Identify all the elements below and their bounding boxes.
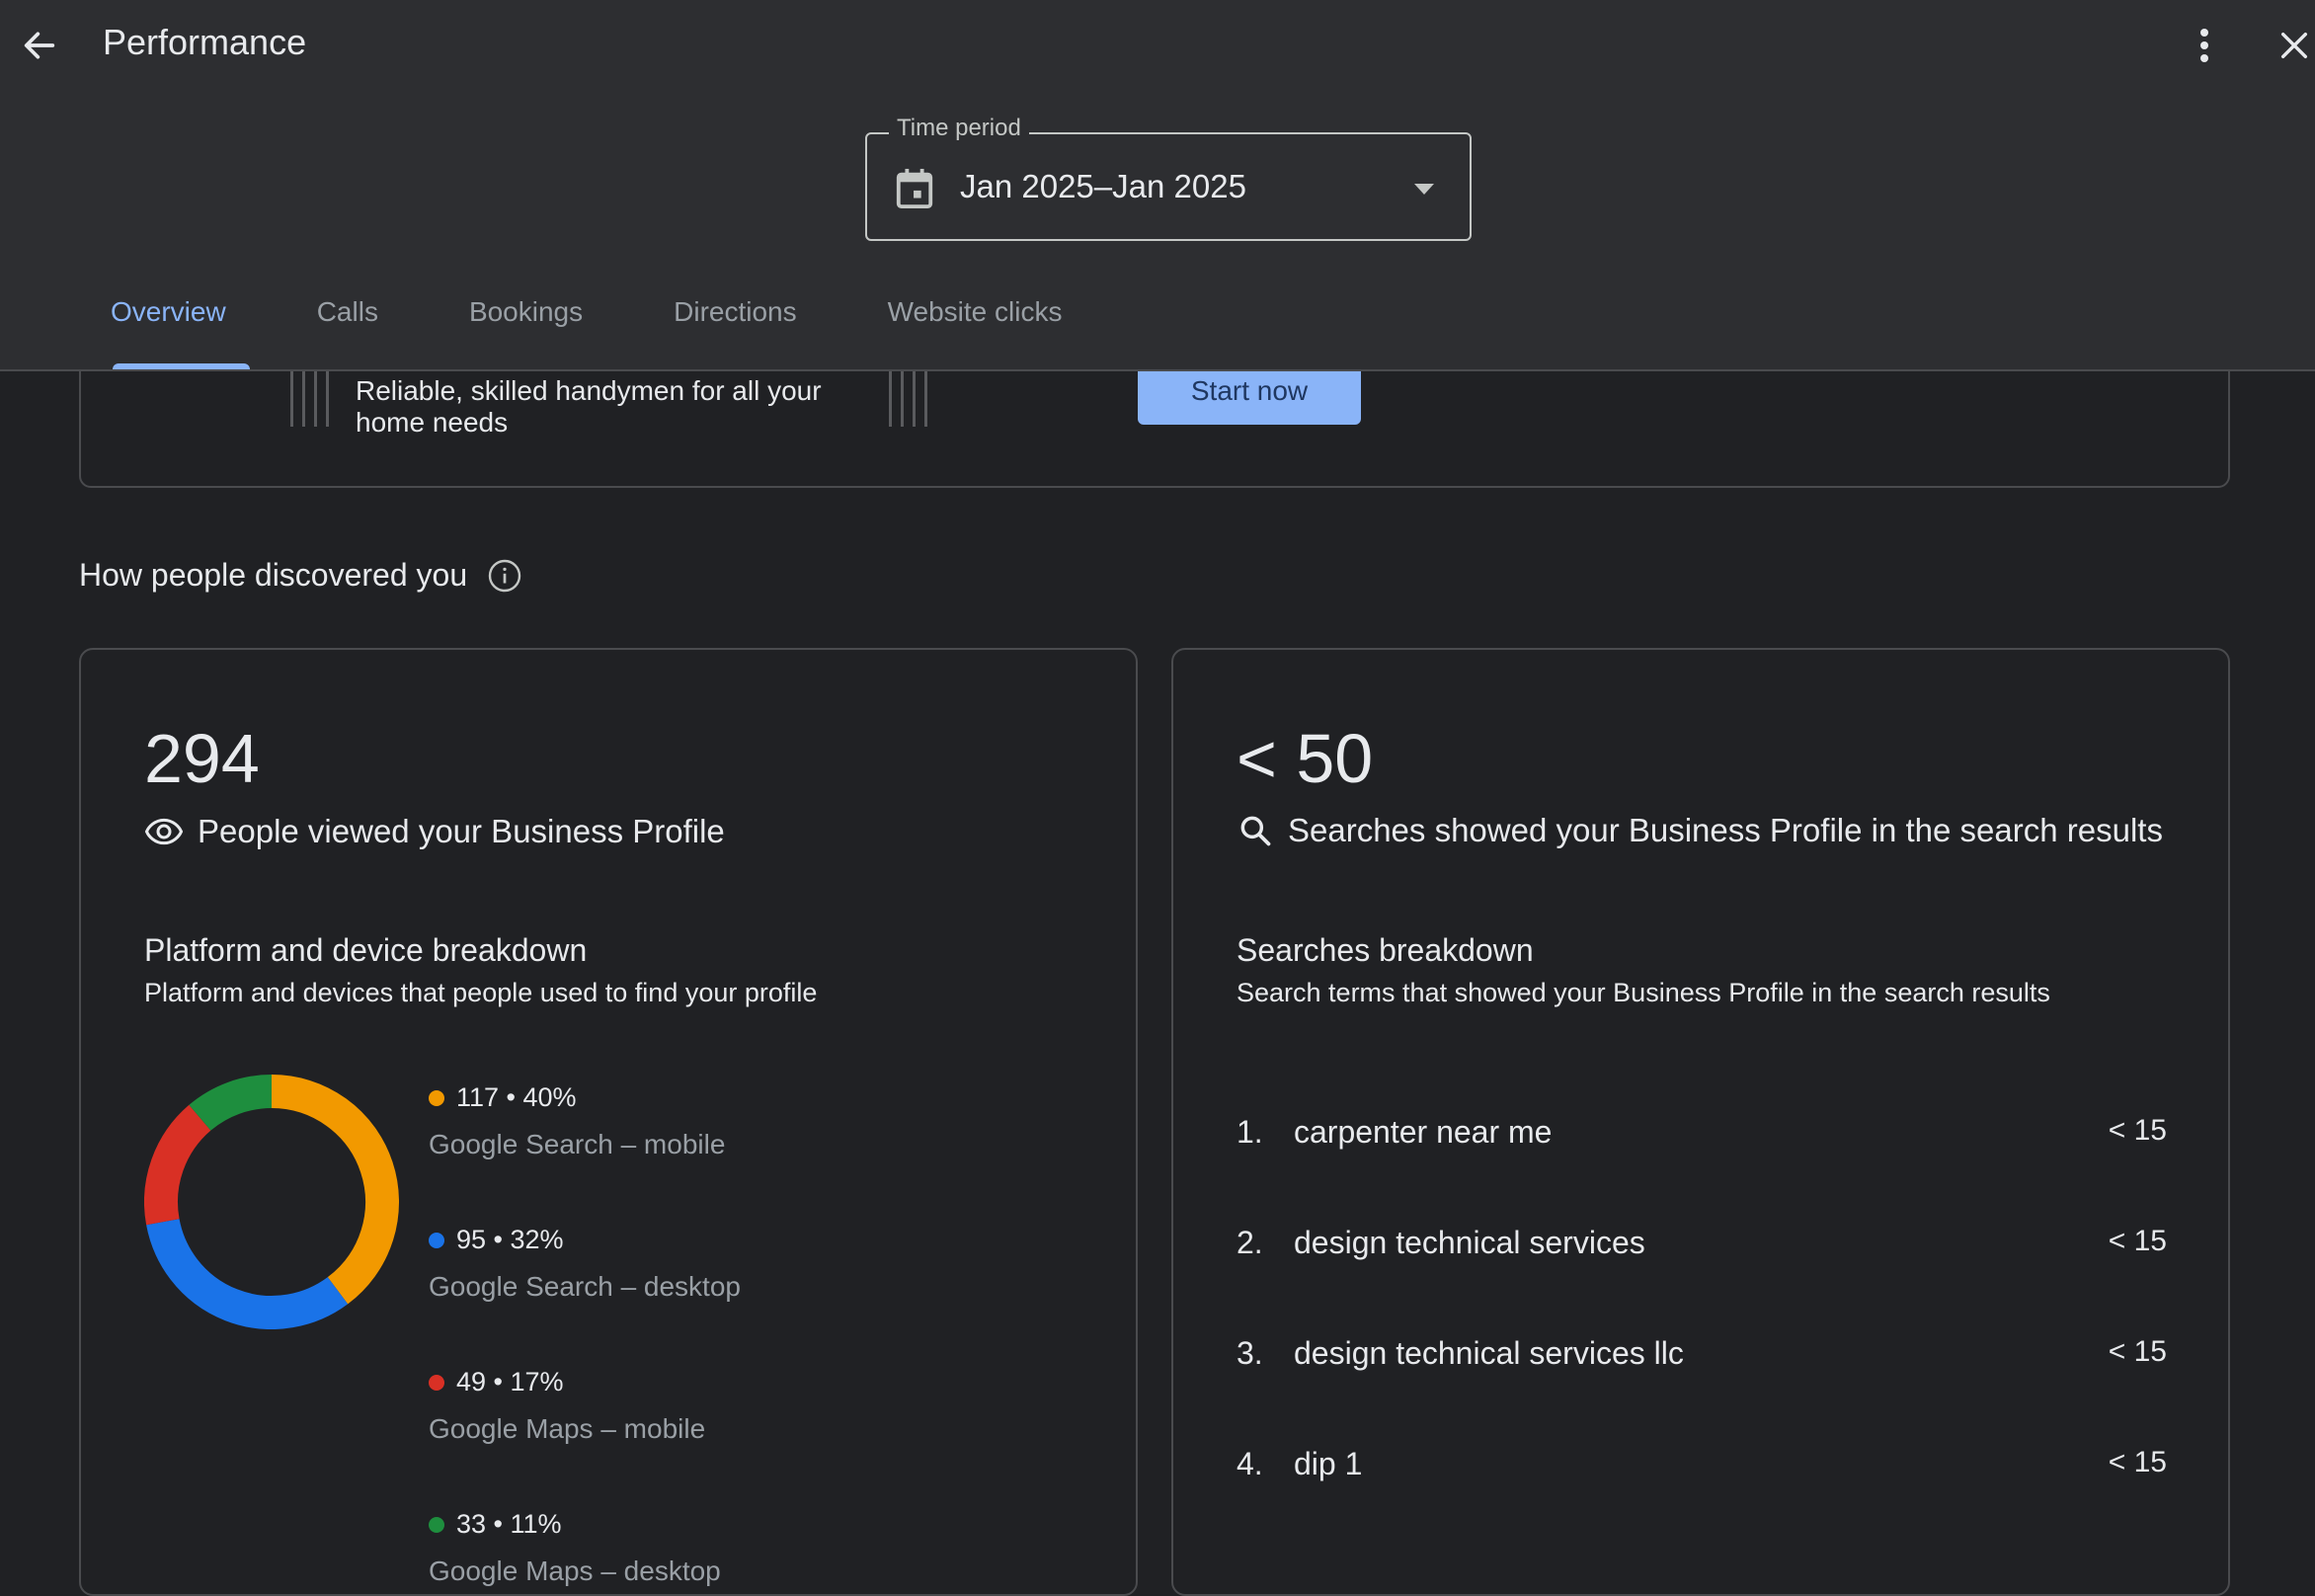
- legend-dot: [429, 1089, 444, 1106]
- eye-icon: [144, 812, 184, 851]
- promo-image-left: [290, 367, 330, 427]
- search-term: design technical services llc: [1294, 1335, 1684, 1371]
- legend-item: 33 • 11% Google Maps – desktop: [429, 1509, 721, 1587]
- legend-label: Google Maps – desktop: [429, 1556, 721, 1586]
- tab-label: Website clicks: [887, 296, 1063, 327]
- search-rank: 1.: [1237, 1114, 1263, 1150]
- app-header: Performance Time period Jan 2025–Jan 202…: [0, 0, 2315, 371]
- legend-dot: [429, 1374, 444, 1391]
- views-card: 294 People viewed your Business Profile …: [79, 648, 1138, 1596]
- close-button[interactable]: [2274, 22, 2315, 69]
- promo-text: Reliable, skilled handymen for all your …: [356, 375, 822, 439]
- legend-label: Google Search – mobile: [429, 1129, 726, 1159]
- searches-count: < 50: [1237, 720, 1374, 797]
- platform-breakdown-desc: Platform and devices that people used to…: [144, 978, 818, 1007]
- time-period-select[interactable]: Time period Jan 2025–Jan 2025: [865, 115, 1472, 241]
- views-metric: People viewed your Business Profile: [144, 812, 725, 851]
- legend-value-line: 33 • 11%: [429, 1509, 721, 1540]
- calendar-icon: [895, 168, 934, 214]
- donut-slice: [144, 1104, 211, 1226]
- tab-label: Calls: [316, 296, 378, 327]
- arrow-left-icon: [20, 26, 59, 65]
- tab-calls[interactable]: Calls: [317, 296, 406, 369]
- discovery-title-text: How people discovered you: [79, 557, 468, 593]
- searches-metric: Searches showed your Business Profile in…: [1237, 812, 2163, 849]
- search-count: < 15: [2108, 1114, 2167, 1147]
- legend-item: 95 • 32% Google Search – desktop: [429, 1225, 741, 1303]
- discovery-section-title: How people discovered you: [79, 557, 522, 594]
- legend-dot: [429, 1516, 444, 1533]
- searches-breakdown-title: Searches breakdown: [1237, 932, 1534, 968]
- time-period-value: Jan 2025–Jan 2025: [960, 168, 1246, 204]
- tab-bookings[interactable]: Bookings: [469, 296, 610, 369]
- search-term: dip 1: [1294, 1446, 1363, 1481]
- platform-breakdown-title: Platform and device breakdown: [144, 932, 588, 968]
- search-count: < 15: [2108, 1446, 2167, 1478]
- legend-label: Google Maps – mobile: [429, 1413, 706, 1444]
- searches-card: < 50 Searches showed your Business Profi…: [1171, 648, 2230, 1596]
- legend-item: 49 • 17% Google Maps – mobile: [429, 1367, 705, 1445]
- close-icon: [2277, 29, 2311, 62]
- donut-slice: [271, 1075, 399, 1305]
- search-count: < 15: [2108, 1335, 2167, 1368]
- tab-label: Bookings: [468, 296, 584, 327]
- tab-overview[interactable]: Overview: [83, 296, 254, 369]
- promo-image-right: [889, 367, 928, 427]
- page-title: Performance: [103, 22, 307, 62]
- tab-website-clicks[interactable]: Website clicks: [888, 296, 1090, 369]
- search-row: 2. design technical services < 15: [1237, 1225, 2167, 1261]
- promo-text-line2: home needs: [356, 407, 509, 438]
- legend-value-line: 117 • 40%: [429, 1082, 725, 1113]
- search-count: < 15: [2108, 1225, 2167, 1257]
- search-rank: 2.: [1237, 1225, 1263, 1260]
- legend-value-line: 95 • 32%: [429, 1225, 741, 1255]
- info-icon[interactable]: [487, 558, 522, 594]
- legend-value: 49 • 17%: [456, 1367, 564, 1396]
- legend-dot: [429, 1232, 444, 1248]
- promo-text-line1: Reliable, skilled handymen for all your: [356, 375, 822, 406]
- legend-item: 117 • 40% Google Search – mobile: [429, 1082, 725, 1160]
- more-options-button[interactable]: [2183, 22, 2226, 69]
- more-vert-icon: [2198, 27, 2210, 64]
- chevron-down-icon: [1414, 184, 1434, 195]
- search-term: carpenter near me: [1294, 1114, 1553, 1150]
- search-row: 3. design technical services llc < 15: [1237, 1335, 2167, 1372]
- search-icon: [1237, 812, 1274, 849]
- tab-directions[interactable]: Directions: [674, 296, 824, 369]
- back-button[interactable]: [14, 22, 65, 69]
- legend-value-line: 49 • 17%: [429, 1367, 705, 1397]
- tab-label: Directions: [674, 296, 797, 327]
- views-label: People viewed your Business Profile: [198, 813, 725, 849]
- tab-label: Overview: [111, 296, 226, 327]
- legend-value: 95 • 32%: [456, 1225, 564, 1254]
- legend-label: Google Search – desktop: [429, 1271, 741, 1302]
- tab-bar: Overview Calls Bookings Directions Websi…: [83, 296, 1153, 369]
- legend-value: 33 • 11%: [456, 1509, 562, 1539]
- search-term: design technical services: [1294, 1225, 1645, 1260]
- time-period-label: Time period: [889, 115, 1029, 142]
- donut-slice: [146, 1218, 349, 1329]
- views-count: 294: [144, 720, 260, 797]
- search-row: 4. dip 1 < 15: [1237, 1446, 2167, 1482]
- search-row: 1. carpenter near me < 15: [1237, 1114, 2167, 1151]
- search-rank: 3.: [1237, 1335, 1263, 1371]
- search-rank: 4.: [1237, 1446, 1263, 1481]
- legend-value: 117 • 40%: [456, 1082, 577, 1112]
- platform-donut-chart: [144, 1075, 399, 1329]
- searches-breakdown-desc: Search terms that showed your Business P…: [1237, 978, 2050, 1007]
- donut-slice: [189, 1075, 273, 1132]
- searches-label: Searches showed your Business Profile in…: [1288, 812, 2163, 848]
